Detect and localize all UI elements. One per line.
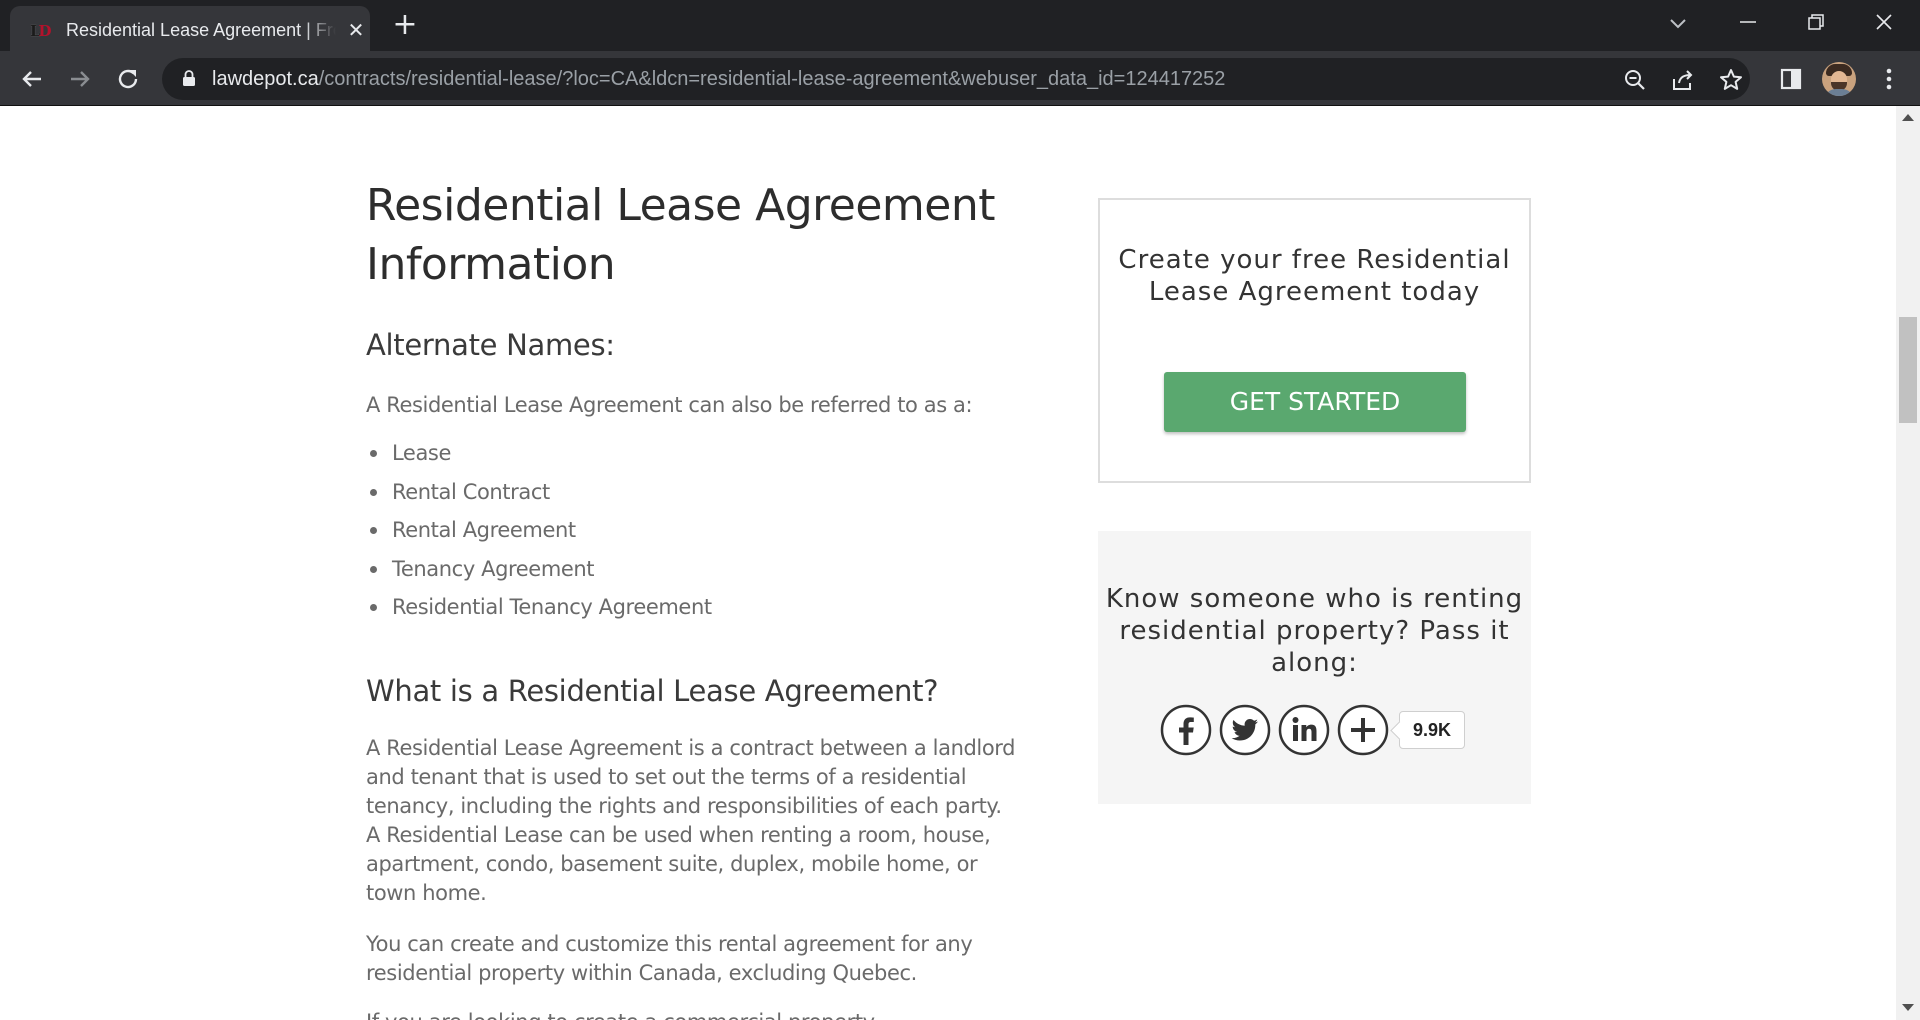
cta-card: Create your free Residential Lease Agree… xyxy=(1098,198,1531,483)
lock-icon[interactable] xyxy=(182,70,196,86)
page-title: Residential Lease Agreement Information xyxy=(366,180,995,290)
tab-search-chevron-icon[interactable] xyxy=(1664,12,1692,36)
reload-icon[interactable] xyxy=(112,63,144,95)
browser-tab-strip: LD Residential Lease Agreement | Free Re… xyxy=(0,0,1920,51)
address-bar[interactable]: lawdepot.ca/contracts/residential-lease/… xyxy=(162,58,1750,100)
browser-toolbar: lawdepot.ca/contracts/residential-lease/… xyxy=(0,51,1920,106)
share-text: Know someone who is renting residential … xyxy=(1105,584,1524,678)
tab-close-icon[interactable]: ✕ xyxy=(344,18,368,42)
plus-icon[interactable] xyxy=(1337,704,1389,756)
url-path: /contracts/residential-lease/?loc=CA&ldc… xyxy=(318,68,1226,90)
list-item: Lease xyxy=(366,434,712,473)
alt-names-intro: A Residential Lease Agreement can also b… xyxy=(366,393,973,417)
close-window-icon[interactable] xyxy=(1850,0,1918,44)
facebook-icon[interactable] xyxy=(1160,704,1212,756)
list-item: Tenancy Agreement xyxy=(366,550,712,589)
list-item: Rental Agreement xyxy=(366,511,712,550)
kebab-menu-icon[interactable] xyxy=(1874,64,1904,94)
get-started-button[interactable]: GET STARTED xyxy=(1164,372,1466,432)
cta-text: Create your free Residential Lease Agree… xyxy=(1118,245,1511,307)
list-item: Residential Tenancy Agreement xyxy=(366,588,712,627)
side-panel-icon[interactable] xyxy=(1776,64,1806,94)
linkedin-icon[interactable] xyxy=(1278,704,1330,756)
twitter-icon[interactable] xyxy=(1219,704,1271,756)
what-is-paragraph-1: A Residential Lease Agreement is a contr… xyxy=(366,736,1016,905)
scroll-up-arrow-icon[interactable] xyxy=(1902,114,1914,121)
alt-names-heading: Alternate Names: xyxy=(366,328,615,362)
page-scrollbar[interactable] xyxy=(1896,106,1920,1020)
profile-avatar[interactable] xyxy=(1822,62,1856,96)
what-is-paragraph-2: You can create and customize this rental… xyxy=(366,932,973,985)
forward-arrow-icon[interactable] xyxy=(64,63,96,95)
what-is-heading: What is a Residential Lease Agreement? xyxy=(366,674,939,708)
restore-window-icon[interactable] xyxy=(1782,0,1850,44)
url-host: lawdepot.ca xyxy=(212,68,319,90)
page-viewport: Residential Lease Agreement Information … xyxy=(0,106,1896,1020)
tab-title: Residential Lease Agreement | Free Renta… xyxy=(66,20,336,40)
scroll-down-arrow-icon[interactable] xyxy=(1902,1004,1914,1011)
share-icon[interactable] xyxy=(1670,67,1696,93)
browser-tab[interactable]: LD Residential Lease Agreement | Free Re… xyxy=(10,6,370,51)
zoom-icon[interactable] xyxy=(1622,67,1648,93)
url-text[interactable]: lawdepot.ca/contracts/residential-lease/… xyxy=(212,67,1225,91)
back-arrow-icon[interactable] xyxy=(16,63,48,95)
scrollbar-thumb[interactable] xyxy=(1899,317,1917,423)
alt-names-list: Lease Rental Contract Rental Agreement T… xyxy=(366,434,712,627)
share-card: Know someone who is renting residential … xyxy=(1098,531,1531,804)
share-count-badge: 9.9K xyxy=(1399,711,1465,749)
new-tab-icon[interactable]: + xyxy=(390,10,420,41)
lawdepot-favicon-icon: LD xyxy=(30,22,52,40)
minimize-window-icon[interactable] xyxy=(1714,0,1782,44)
list-item: Rental Contract xyxy=(366,473,712,512)
what-is-paragraph-3: If you are looking to create a commercia… xyxy=(366,1008,1016,1020)
bookmark-star-icon[interactable] xyxy=(1718,67,1744,93)
